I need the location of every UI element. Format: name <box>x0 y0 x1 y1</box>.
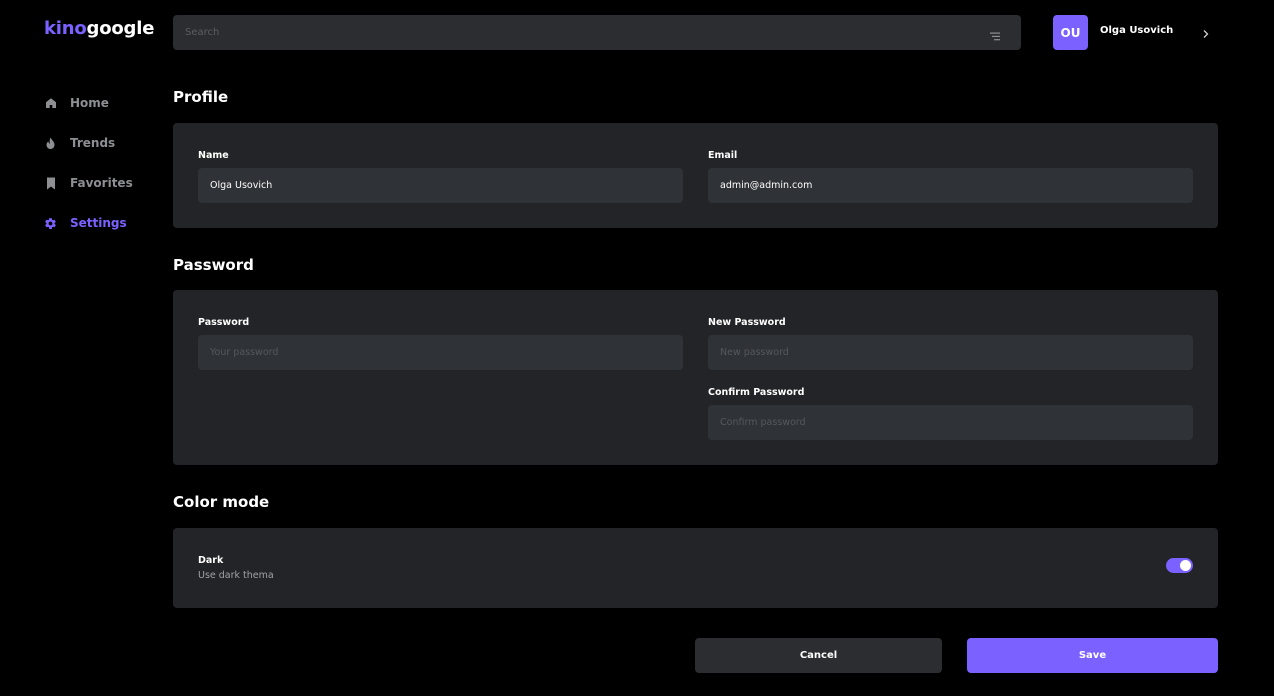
password-field[interactable] <box>198 335 683 370</box>
sidebar-item-label: Favorites <box>70 176 133 190</box>
sidebar-item-home[interactable]: Home <box>44 92 154 114</box>
toggle-knob <box>1180 560 1191 571</box>
save-button[interactable]: Save <box>967 638 1218 673</box>
dark-mode-description: Use dark thema <box>198 570 274 581</box>
brand-logo-part2: google <box>86 18 155 39</box>
chevron-right-icon[interactable] <box>1201 26 1211 40</box>
sidebar-item-settings[interactable]: Settings <box>44 212 154 234</box>
password-label: Password <box>198 317 250 328</box>
avatar[interactable]: OU <box>1053 15 1088 50</box>
brand-logo-part1: kino <box>44 18 87 39</box>
fire-icon <box>44 137 57 150</box>
confirm-password-field[interactable] <box>708 405 1193 440</box>
sidebar-item-favorites[interactable]: Favorites <box>44 172 154 194</box>
filter-icon[interactable] <box>989 27 1003 41</box>
avatar-initials: OU <box>1060 25 1081 40</box>
bookmark-icon <box>44 177 57 190</box>
color-mode-panel: Dark Use dark thema <box>173 528 1218 608</box>
profile-section-title: Profile <box>173 88 229 106</box>
gear-icon <box>44 217 57 230</box>
sidebar-item-label: Home <box>70 96 109 110</box>
email-field[interactable] <box>708 168 1193 203</box>
search-bar <box>173 15 1021 50</box>
home-icon <box>44 97 57 110</box>
password-panel: Password New Password Confirm Password <box>173 290 1218 465</box>
new-password-field[interactable] <box>708 335 1193 370</box>
confirm-password-label: Confirm Password <box>708 387 805 398</box>
sidebar-item-trends[interactable]: Trends <box>44 132 154 154</box>
dark-mode-title: Dark <box>198 555 224 566</box>
sidebar-item-label: Settings <box>70 216 127 230</box>
color-mode-section-title: Color mode <box>173 493 270 511</box>
brand-logo[interactable]: kinogoogle <box>44 18 154 39</box>
email-label: Email <box>708 150 738 161</box>
dark-mode-toggle[interactable] <box>1166 558 1193 573</box>
new-password-label: New Password <box>708 317 786 328</box>
name-label: Name <box>198 150 229 161</box>
user-name[interactable]: Olga Usovich <box>1100 25 1173 36</box>
cancel-button[interactable]: Cancel <box>695 638 942 673</box>
sidebar-nav: Home Trends Favorites Settings <box>44 92 154 252</box>
search-input[interactable] <box>173 15 973 50</box>
name-field[interactable] <box>198 168 683 203</box>
sidebar-item-label: Trends <box>70 136 116 150</box>
profile-panel: Name Email <box>173 123 1218 228</box>
password-section-title: Password <box>173 256 254 274</box>
